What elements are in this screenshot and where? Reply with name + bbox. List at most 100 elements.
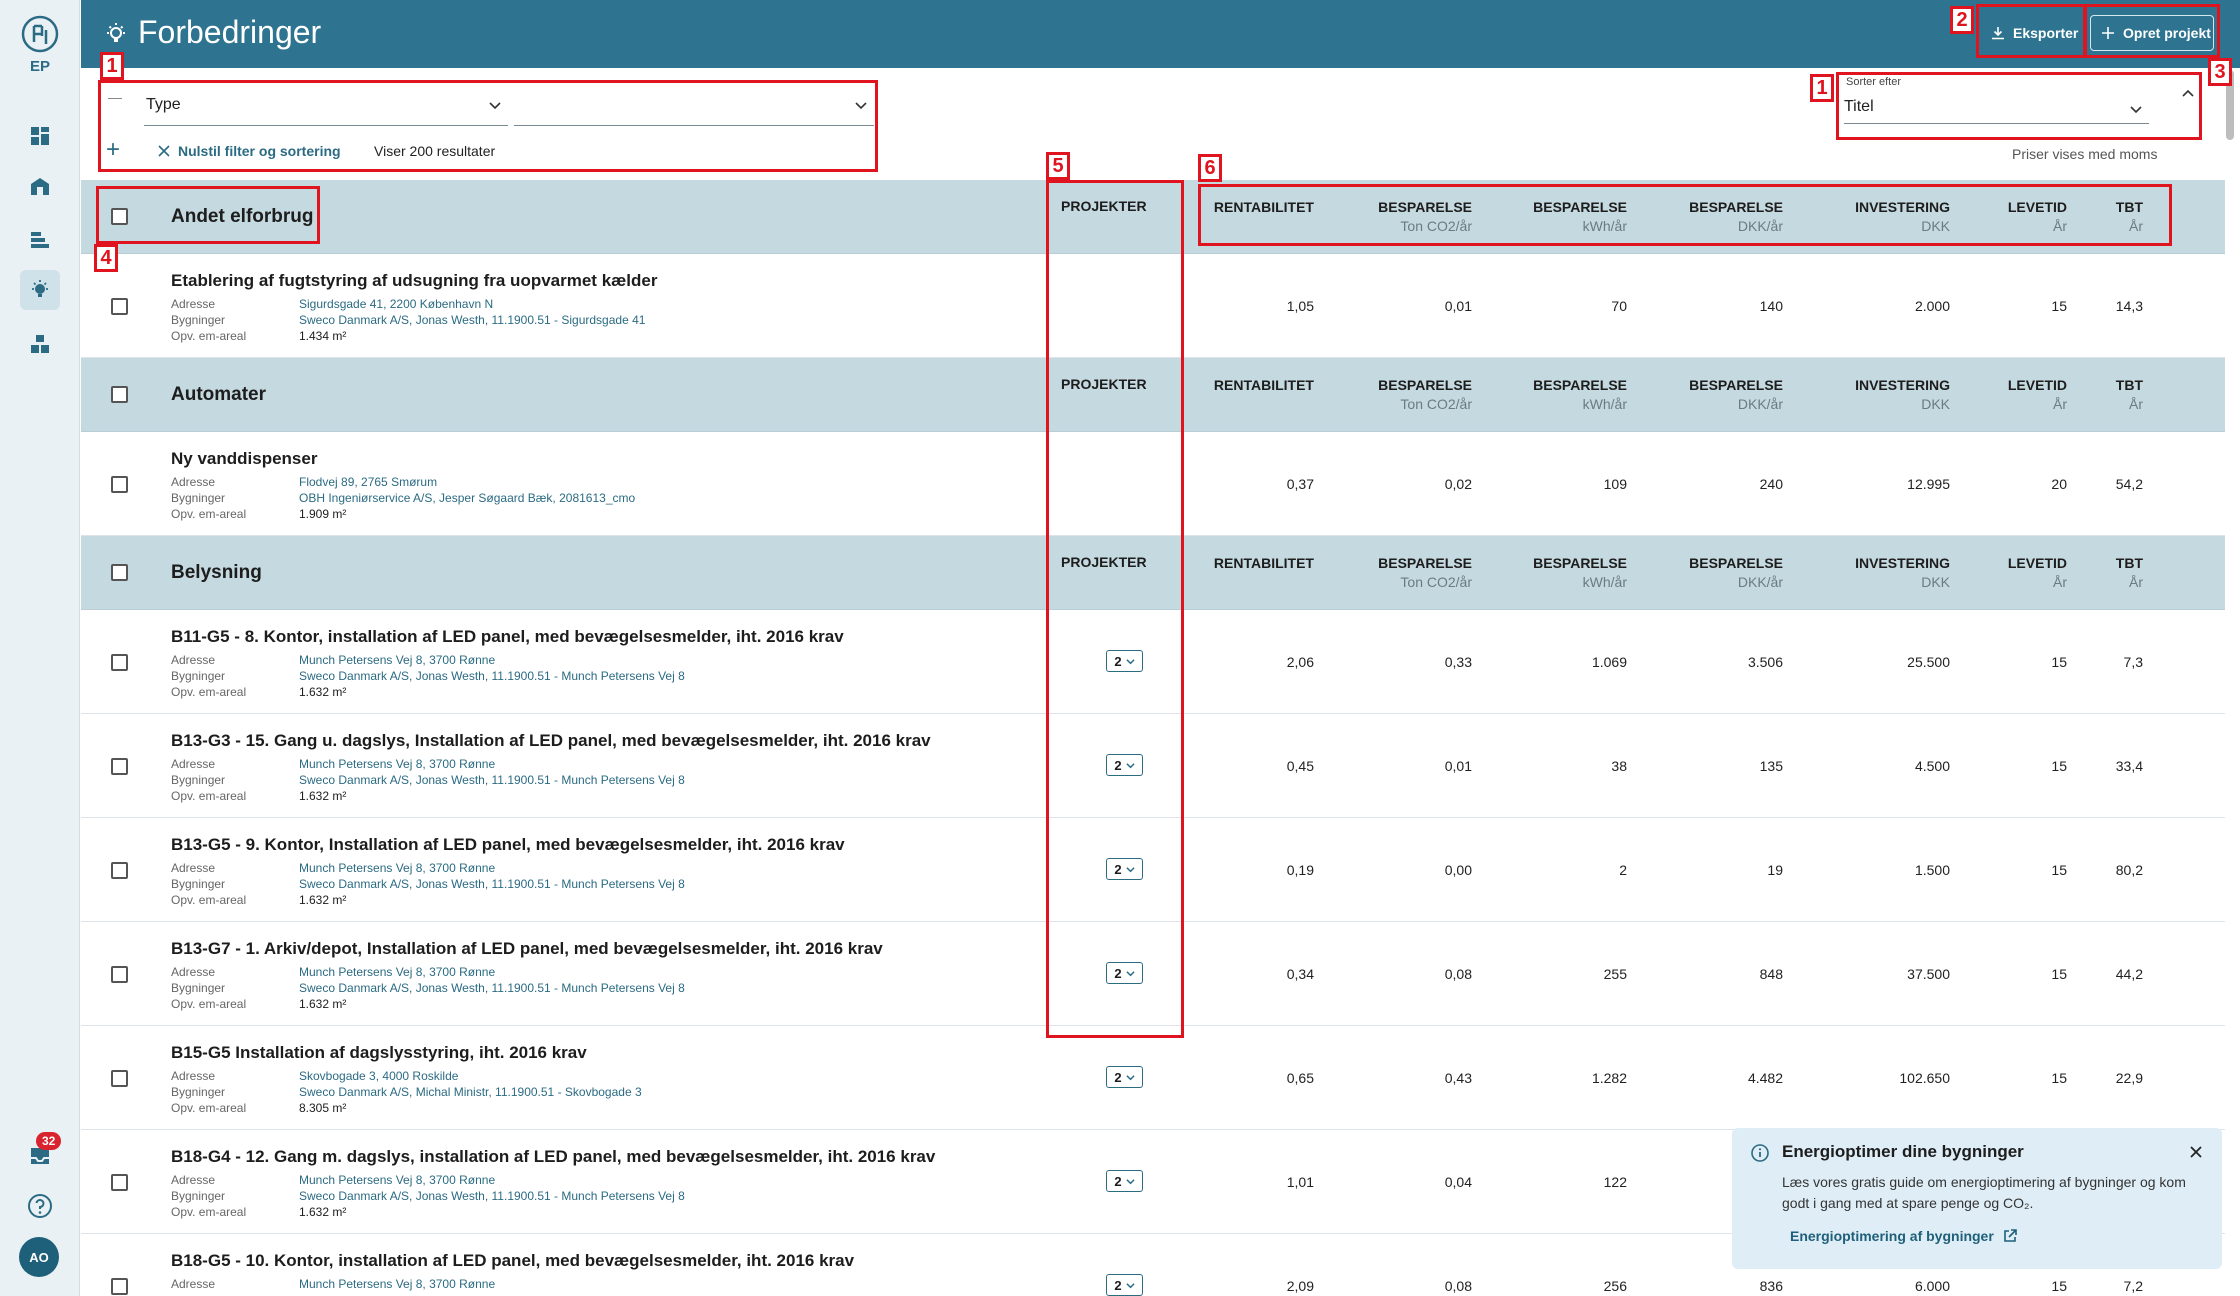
row-checkbox[interactable] <box>111 1174 128 1191</box>
row-checkbox[interactable] <box>111 862 128 879</box>
info-toast: Energioptimer dine bygninger Læs vores g… <box>1732 1128 2222 1269</box>
meta-building[interactable]: Sweco Danmark A/S, Jonas Westh, 11.1900.… <box>299 876 685 892</box>
meta-label: Opv. em-areal <box>171 685 247 699</box>
meta-label: Opv. em-areal <box>171 329 247 343</box>
row-title[interactable]: Ny vanddispenser <box>171 449 317 469</box>
row-checkbox[interactable] <box>111 298 128 315</box>
meta-label: Bygninger <box>171 981 226 995</box>
cell-dkk: 140 <box>1759 298 1783 314</box>
meta-address[interactable]: Skovbogade 3, 4000 Roskilde <box>299 1068 458 1084</box>
user-avatar[interactable]: AO <box>19 1237 59 1277</box>
group-checkbox[interactable] <box>111 386 128 403</box>
row-title[interactable]: B15-G5 Installation af dagslysstyring, i… <box>171 1043 587 1063</box>
cell-co2: 0,01 <box>1444 298 1472 314</box>
column-header-unit: År <box>2053 396 2067 412</box>
cell-kwh: 1.069 <box>1591 654 1627 670</box>
projects-dropdown-button[interactable]: 2 <box>1106 1274 1143 1296</box>
toast-guide-link[interactable]: Energioptimering af bygninger <box>1790 1228 2018 1244</box>
row-title[interactable]: B18-G4 - 12. Gang m. dagslys, installati… <box>171 1147 935 1167</box>
dashboard-icon[interactable] <box>20 116 60 156</box>
cell-tbt: 7,2 <box>2123 1278 2143 1294</box>
row-checkbox[interactable] <box>111 476 128 493</box>
meta-label: Adresse <box>171 1277 216 1291</box>
projects-count: 2 <box>1114 1173 1122 1189</box>
meta-label: Opv. em-areal <box>171 893 247 907</box>
buildings-icon[interactable] <box>20 166 60 206</box>
meta-building[interactable]: Sweco Danmark A/S, Michal Ministr, 11.19… <box>299 1084 642 1100</box>
column-header-unit: kWh/år <box>1582 574 1627 590</box>
meta-address[interactable]: Sigurdsgade 41, 2200 København N <box>299 296 493 312</box>
cell-rent: 0,19 <box>1286 862 1314 878</box>
column-header-rent: RENTABILITET <box>1214 376 1314 395</box>
cell-life: 15 <box>2051 298 2067 314</box>
cell-life: 15 <box>2051 862 2067 878</box>
meta-label: Adresse <box>171 965 216 979</box>
meta-label: Adresse <box>171 1069 216 1083</box>
meta-address[interactable]: Munch Petersens Vej 8, 3700 Rønne <box>299 964 495 980</box>
row-title[interactable]: Etablering af fugtstyring af udsugning f… <box>171 271 657 291</box>
row-title[interactable]: B11-G5 - 8. Kontor, installation af LED … <box>171 627 844 647</box>
meta-label: Opv. em-areal <box>171 997 247 1011</box>
meta-address[interactable]: Munch Petersens Vej 8, 3700 Rønne <box>299 1276 495 1292</box>
row-title[interactable]: B13-G3 - 15. Gang u. dagslys, Installati… <box>171 731 931 751</box>
column-header-label: LEVETID <box>2007 555 2067 571</box>
row-title[interactable]: B13-G5 - 9. Kontor, Installation af LED … <box>171 835 845 855</box>
meta-address[interactable]: Munch Petersens Vej 8, 3700 Rønne <box>299 756 495 772</box>
annotation-number: 4 <box>94 244 118 272</box>
row-checkbox[interactable] <box>111 758 128 775</box>
ep-logo-icon[interactable] <box>20 14 60 54</box>
row-checkbox[interactable] <box>111 1278 128 1295</box>
meta-building[interactable]: Sweco Danmark A/S, Jonas Westh, 11.1900.… <box>299 980 685 996</box>
row-checkbox[interactable] <box>111 654 128 671</box>
meta-address[interactable]: Flodvej 89, 2765 Smørum <box>299 474 437 490</box>
cell-tbt: 80,2 <box>2115 862 2143 878</box>
toast-body: Læs vores gratis guide om energioptimeri… <box>1782 1174 2186 1211</box>
energy-label-icon[interactable] <box>20 220 60 260</box>
meta-label: Bygninger <box>171 669 226 683</box>
column-header-inv: INVESTERING DKK <box>1855 376 1950 414</box>
group-checkbox[interactable] <box>111 564 128 581</box>
meta-label: Bygninger <box>171 491 226 505</box>
meta-building[interactable]: Sweco Danmark A/S, Jonas Westh, 11.1900.… <box>299 1188 685 1204</box>
meta-building[interactable]: OBH Ingeniørservice A/S, Jesper Søgaard … <box>299 490 635 506</box>
cell-co2: 0,02 <box>1444 476 1472 492</box>
cell-rent: 2,09 <box>1286 1278 1314 1294</box>
annotation-projects-box <box>1046 180 1184 1038</box>
column-header-label: LEVETID <box>2007 377 2067 393</box>
row-checkbox[interactable] <box>111 1070 128 1087</box>
table-row[interactable]: B15-G5 Installation af dagslysstyring, i… <box>81 1026 2225 1130</box>
cell-life: 15 <box>2051 1278 2067 1294</box>
row-title[interactable]: B13-G7 - 1. Arkiv/depot, Installation af… <box>171 939 883 959</box>
column-header-unit: Ton CO2/år <box>1400 396 1472 412</box>
cell-tbt: 33,4 <box>2115 758 2143 774</box>
logo-text: EP <box>29 58 50 75</box>
cell-tbt: 54,2 <box>2115 476 2143 492</box>
column-header-label: INVESTERING <box>1855 555 1950 571</box>
meta-address[interactable]: Munch Petersens Vej 8, 3700 Rønne <box>299 860 495 876</box>
meta-building[interactable]: Sweco Danmark A/S, Jonas Westh, 11.1900.… <box>299 312 645 328</box>
meta-label: Opv. em-areal <box>171 507 247 521</box>
cell-co2: 0,43 <box>1444 1070 1472 1086</box>
row-title[interactable]: B18-G5 - 10. Kontor, installation af LED… <box>171 1251 854 1271</box>
cell-dkk: 240 <box>1759 476 1783 492</box>
group-title: Belysning <box>171 562 262 583</box>
annotation-number: 6 <box>1198 154 1222 182</box>
row-checkbox[interactable] <box>111 966 128 983</box>
projects-count: 2 <box>1114 1069 1122 1085</box>
column-header-life: LEVETID År <box>2008 554 2067 592</box>
page-bulb-icon <box>107 23 125 42</box>
cell-rent: 0,45 <box>1286 758 1314 774</box>
meta-address[interactable]: Munch Petersens Vej 8, 3700 Rønne <box>299 652 495 668</box>
projects-dropdown-button[interactable]: 2 <box>1106 1170 1143 1192</box>
cell-kwh: 122 <box>1603 1174 1627 1190</box>
help-icon[interactable] <box>26 1192 54 1220</box>
projects-dropdown-button[interactable]: 2 <box>1106 1066 1143 1088</box>
meta-building[interactable]: Sweco Danmark A/S, Jonas Westh, 11.1900.… <box>299 772 685 788</box>
cell-rent: 2,06 <box>1286 654 1314 670</box>
close-icon[interactable] <box>2186 1142 2206 1162</box>
meta-address[interactable]: Munch Petersens Vej 8, 3700 Rønne <box>299 1172 495 1188</box>
meta-building[interactable]: Sweco Danmark A/S, Jonas Westh, 11.1900.… <box>299 668 685 684</box>
improvements-bulb-icon[interactable] <box>20 270 60 310</box>
projects-icon[interactable] <box>20 324 60 364</box>
cell-co2: 0,00 <box>1444 862 1472 878</box>
